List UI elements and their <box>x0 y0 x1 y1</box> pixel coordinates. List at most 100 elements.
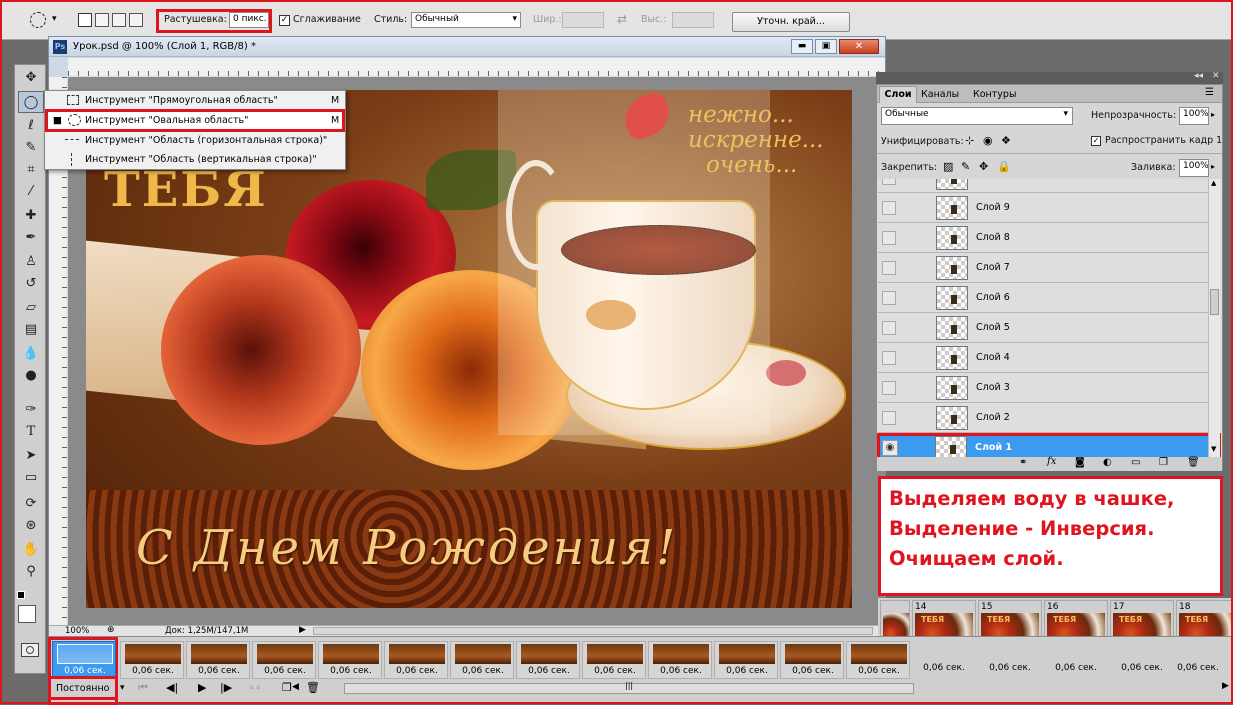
frame-15-delay[interactable]: 0,06 сек. <box>978 663 1042 679</box>
flyout-item-rect-marquee[interactable]: Инструмент "Прямоугольная область" M <box>45 91 345 110</box>
frame-11[interactable]: 0,06 сек. <box>714 641 778 679</box>
new-layer-icon[interactable]: ❐ <box>1159 457 1168 468</box>
scroll-thumb[interactable] <box>1210 289 1219 315</box>
loop-dropdown-icon[interactable]: ▾ <box>120 683 125 693</box>
propagate-checkbox[interactable]: ✓ <box>1091 136 1101 146</box>
3d-rotate-tool-icon[interactable]: ⟳ <box>18 493 44 515</box>
opacity-input[interactable]: 100% <box>1179 107 1209 125</box>
intersect-selection-mode-icon[interactable] <box>129 13 143 27</box>
previous-frame-icon[interactable]: ◀| <box>166 681 178 694</box>
frame-delay[interactable]: 0,06 сек. <box>253 666 317 676</box>
dodge-tool-icon[interactable]: ● <box>18 365 44 387</box>
visibility-toggle[interactable] <box>882 261 896 275</box>
layer-mask-icon[interactable]: ◙ <box>1075 457 1085 468</box>
clone-stamp-tool-icon[interactable]: ♙ <box>18 251 44 273</box>
frame-7[interactable]: 0,06 сек. <box>450 641 514 679</box>
unify-visibility-icon[interactable]: ◉ <box>983 134 993 147</box>
frame-8[interactable]: 0,06 сек. <box>516 641 580 679</box>
horizontal-scrollbar[interactable] <box>313 627 873 635</box>
fill-arrow-icon[interactable]: ▸ <box>1211 162 1215 171</box>
scroll-up-icon[interactable]: ▲ <box>1211 179 1216 187</box>
frame-delay[interactable]: 0,06 сек. <box>978 663 1042 673</box>
pen-tool-icon[interactable]: ✑ <box>18 399 44 421</box>
layer-row[interactable]: Слой 2 <box>878 403 1208 433</box>
frame-delay[interactable]: 0,06 сек. <box>781 666 845 676</box>
feather-input[interactable]: 0 пикс. <box>229 12 269 28</box>
flyout-item-ellipse-marquee[interactable]: ■ Инструмент "Овальная область" M <box>45 109 345 132</box>
frame-1[interactable]: 0,06 сек. <box>52 641 116 679</box>
layer-row[interactable]: Слой 4 <box>878 343 1208 373</box>
frame-4[interactable]: 0,06 сек. <box>252 641 316 679</box>
frame-delay[interactable]: 0,06 сек. <box>451 666 515 676</box>
history-brush-tool-icon[interactable]: ↺ <box>18 273 44 295</box>
opacity-arrow-icon[interactable]: ▸ <box>1211 110 1215 119</box>
frame-17-delay[interactable]: 0,06 сек. <box>1110 663 1174 679</box>
foreground-color-swatch[interactable] <box>18 605 36 623</box>
frame-delay[interactable]: 0,06 сек. <box>1110 663 1174 673</box>
flyout-item-row-marquee[interactable]: Инструмент "Область (горизонтальная стро… <box>45 131 345 150</box>
blend-mode-select[interactable]: Обычные ▾ <box>881 107 1073 125</box>
3d-orbit-tool-icon[interactable]: ⊛ <box>18 515 44 537</box>
add-selection-mode-icon[interactable] <box>95 13 109 27</box>
style-select[interactable]: Обычный ▾ <box>411 12 521 28</box>
first-frame-icon[interactable]: ⏮ <box>138 681 148 695</box>
frame-delay[interactable]: 0,06 сек. <box>649 666 713 676</box>
layer-row[interactable]: Слой 9 <box>878 193 1208 223</box>
visibility-toggle[interactable] <box>882 381 896 395</box>
group-icon[interactable]: ▭ <box>1131 457 1140 468</box>
duplicate-frame-icon[interactable]: ❐ <box>282 681 292 694</box>
unify-position-icon[interactable]: ⊹ <box>965 134 974 147</box>
unify-style-icon[interactable]: ❖ <box>1001 134 1011 147</box>
maximize-button[interactable]: ▣ <box>815 39 837 54</box>
lock-position-icon[interactable]: ✥ <box>979 160 988 173</box>
eyedropper-tool-icon[interactable]: ⁄ <box>18 181 44 203</box>
animation-scrollbar[interactable]: ||| <box>344 681 914 694</box>
link-layers-icon[interactable]: ⚭ <box>1019 457 1027 468</box>
adjustment-layer-icon[interactable]: ◐ <box>1103 457 1112 468</box>
blur-tool-icon[interactable]: 💧 <box>18 343 44 365</box>
tween-icon[interactable]: ∘∘ <box>248 681 262 694</box>
tab-layers[interactable]: Слои <box>879 86 917 103</box>
frame-18-delay[interactable]: 0,06 сек. <box>1168 663 1228 679</box>
path-selection-tool-icon[interactable]: ➤ <box>18 445 44 467</box>
type-tool-icon[interactable]: T <box>18 421 44 443</box>
frame-3[interactable]: 0,06 сек. <box>186 641 250 679</box>
frame-16-delay[interactable]: 0,06 сек. <box>1044 663 1108 679</box>
frame-delay[interactable]: 0,06 сек. <box>583 666 647 676</box>
layers-scrollbar[interactable]: ▲ ▼ <box>1208 179 1220 457</box>
subtract-selection-mode-icon[interactable] <box>112 13 126 27</box>
frame-delay[interactable]: 0,06 сек. <box>319 666 383 676</box>
frame-delay[interactable]: 0,06 сек. <box>53 666 117 676</box>
flyout-item-column-marquee[interactable]: Инструмент "Область (вертикальная строка… <box>45 150 345 169</box>
frame-9[interactable]: 0,06 сек. <box>582 641 646 679</box>
crop-tool-icon[interactable]: ⌗ <box>18 159 44 181</box>
layer-row-selected[interactable]: ◉ Слой 1 <box>877 433 1221 457</box>
quick-selection-tool-icon[interactable]: ✎ <box>18 137 44 159</box>
fill-input[interactable]: 100% <box>1179 159 1209 177</box>
scroll-right-icon[interactable]: ▶ <box>1222 681 1229 691</box>
refine-edge-button[interactable]: Уточн. край... <box>732 12 850 32</box>
panel-menu-icon[interactable]: ☰ <box>1205 87 1214 98</box>
eye-icon[interactable]: ◉ <box>882 440 898 456</box>
eraser-tool-icon[interactable]: ▱ <box>18 297 44 319</box>
delete-frame-icon[interactable]: 🗑 <box>306 681 320 694</box>
status-arrow-icon[interactable]: ▶ <box>299 625 306 635</box>
frame-delay[interactable]: 0,06 сек. <box>847 666 911 676</box>
frame-delay[interactable]: 0,06 сек. <box>1044 663 1108 673</box>
layer-style-icon[interactable]: fx <box>1047 456 1056 467</box>
preset-dropdown-arrow-icon[interactable]: ▾ <box>52 14 57 24</box>
visibility-toggle[interactable] <box>882 231 896 245</box>
frame-13[interactable]: 0,06 сек. <box>846 641 910 679</box>
frame-10[interactable]: 0,06 сек. <box>648 641 712 679</box>
frame-5[interactable]: 0,06 сек. <box>318 641 382 679</box>
gradient-tool-icon[interactable]: ▤ <box>18 319 44 341</box>
close-panel-icon[interactable]: ✕ <box>1212 71 1220 81</box>
frame-delay[interactable]: 0,06 сек. <box>121 666 185 676</box>
loop-left-icon[interactable]: ◀ <box>292 682 299 692</box>
layer-row[interactable]: Слой 6 <box>878 283 1208 313</box>
shape-tool-icon[interactable]: ▭ <box>18 467 44 489</box>
zoom-tool-icon[interactable]: ⚲ <box>18 561 44 583</box>
frame-delay[interactable]: 0,06 сек. <box>715 666 779 676</box>
frame-delay[interactable]: 0,06 сек. <box>1168 663 1228 673</box>
frame-delay[interactable]: 0,06 сек. <box>187 666 251 676</box>
